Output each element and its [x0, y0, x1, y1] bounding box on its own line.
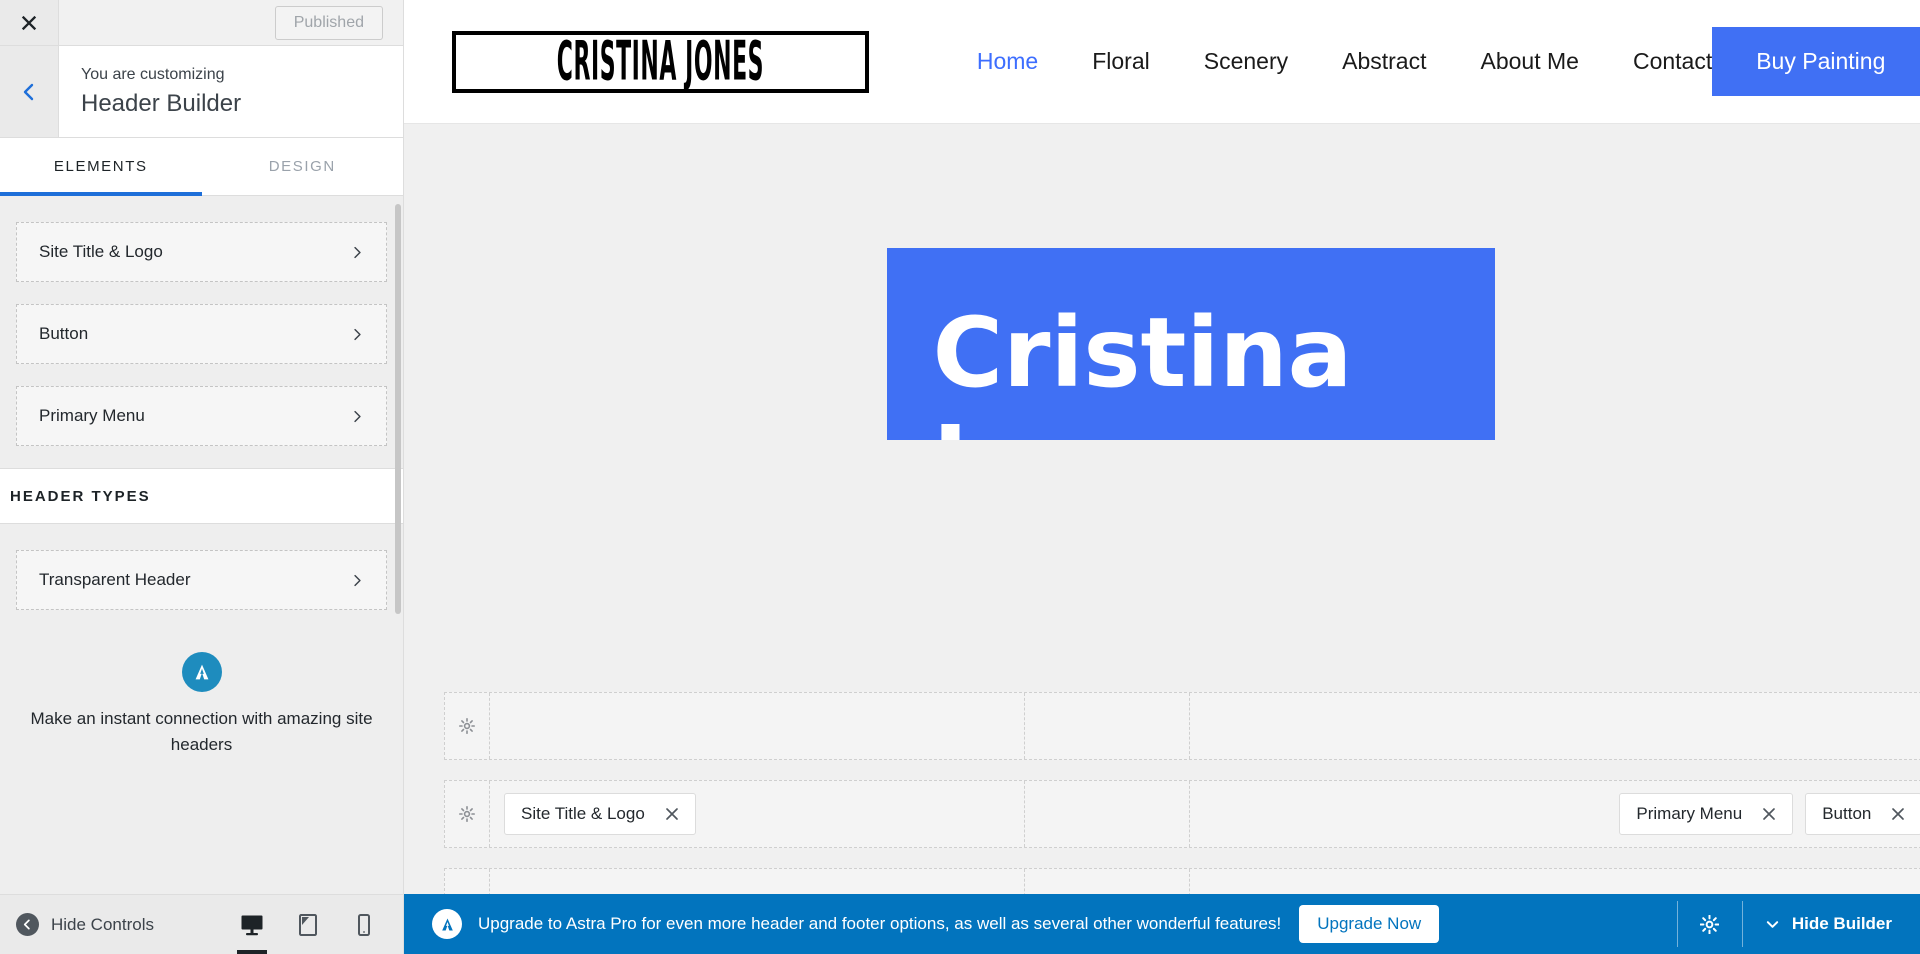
sidebar-bottom-bar: Hide Controls	[0, 894, 403, 954]
remove-chip-button[interactable]	[1762, 807, 1776, 821]
close-icon	[1892, 808, 1905, 820]
astra-promo-text: Make an instant connection with amazing …	[30, 709, 373, 755]
row-column-center[interactable]	[1024, 693, 1189, 759]
site-preview: CRISTINA JONES Home Floral Scenery Abstr…	[404, 0, 1920, 954]
gear-icon	[459, 806, 475, 822]
remove-chip-button[interactable]	[665, 807, 679, 821]
upgrade-now-button[interactable]: Upgrade Now	[1299, 905, 1440, 943]
nav-item-abstract[interactable]: Abstract	[1342, 48, 1426, 75]
chevron-right-icon	[351, 410, 364, 423]
astra-pro-upgrade-bar: Upgrade to Astra Pro for even more heade…	[404, 894, 1920, 954]
element-label: Transparent Header	[39, 570, 191, 589]
mobile-icon	[358, 913, 370, 936]
customizing-eyebrow: You are customizing	[81, 65, 225, 83]
element-primary-menu[interactable]: Primary Menu	[16, 386, 387, 446]
element-button[interactable]: Button	[16, 304, 387, 364]
builder-settings-button[interactable]	[1678, 914, 1742, 934]
nav-item-contact[interactable]: Contact	[1633, 48, 1712, 75]
chevron-right-icon	[351, 574, 364, 587]
row-column-center[interactable]	[1024, 781, 1189, 847]
builder-chip-button[interactable]: Button	[1805, 793, 1920, 835]
chevron-down-icon	[1766, 920, 1779, 928]
nav-item-about-me[interactable]: About Me	[1481, 48, 1579, 75]
element-label: Site Title & Logo	[39, 242, 163, 261]
chip-label: Site Title & Logo	[521, 804, 645, 823]
nav-item-home[interactable]: Home	[977, 48, 1038, 75]
site-logo-text: CRISTINA JONES	[556, 30, 765, 93]
close-icon	[665, 808, 678, 820]
sidebar-header: You are customizing Header Builder	[0, 46, 403, 138]
row-column-left[interactable]	[489, 693, 1024, 759]
tab-design[interactable]: DESIGN	[202, 138, 404, 195]
device-preview-switcher	[235, 905, 403, 954]
row-columns: Site Title & Logo Primary Menu Button	[489, 781, 1920, 847]
hide-builder-label: Hide Builder	[1791, 914, 1892, 933]
customizer-sidebar: Published You are customizing Header Bui…	[0, 0, 404, 954]
row-settings-button[interactable]	[445, 781, 489, 847]
back-button[interactable]	[0, 46, 59, 137]
builder-row-above-header	[444, 692, 1920, 760]
chip-label: Primary Menu	[1636, 804, 1743, 823]
header-types-section-title: HEADER TYPES	[0, 468, 403, 524]
tablet-preview-button[interactable]	[291, 905, 325, 945]
collapse-arrow-icon	[16, 913, 39, 936]
header-types-group: Transparent Header	[0, 524, 403, 632]
gear-icon	[1700, 914, 1720, 934]
astra-logo-icon	[441, 917, 453, 931]
element-transparent-header[interactable]: Transparent Header	[16, 550, 387, 610]
desktop-icon	[241, 915, 263, 935]
site-logo[interactable]: CRISTINA JONES	[452, 30, 869, 93]
published-button[interactable]: Published	[274, 5, 383, 40]
chevron-left-icon	[23, 83, 34, 100]
elements-group: Site Title & Logo Button Primary Menu	[0, 196, 403, 468]
row-columns	[489, 693, 1920, 759]
remove-chip-button[interactable]	[1891, 807, 1905, 821]
sidebar-scroll-area: Site Title & Logo Button Primary Menu HE…	[0, 196, 403, 894]
publish-area: Published	[59, 0, 403, 45]
close-icon	[1763, 808, 1776, 820]
row-column-right[interactable]: Primary Menu Button	[1189, 781, 1920, 847]
builder-chip-site-title-logo[interactable]: Site Title & Logo	[504, 793, 696, 835]
close-icon	[21, 15, 37, 30]
chevron-right-icon	[351, 328, 364, 341]
chip-label: Button	[1822, 804, 1872, 823]
hero-section: Cristina Jones	[404, 124, 1920, 670]
row-column-right[interactable]	[1189, 693, 1920, 759]
astra-logo-icon	[195, 664, 208, 680]
nav-item-floral[interactable]: Floral	[1092, 48, 1150, 75]
upgrade-notice-text: Upgrade to Astra Pro for even more heade…	[478, 914, 1282, 933]
row-column-left[interactable]: Site Title & Logo	[489, 781, 1024, 847]
chevron-right-icon	[351, 246, 364, 259]
sidebar-header-text: You are customizing Header Builder	[59, 46, 403, 137]
astra-promo: Make an instant connection with amazing …	[0, 632, 403, 759]
panel-title: Header Builder	[81, 89, 242, 117]
tab-elements[interactable]: ELEMENTS	[0, 138, 202, 196]
sidebar-tabs: ELEMENTS DESIGN	[0, 138, 403, 196]
hide-controls-button[interactable]: Hide Controls	[0, 913, 154, 936]
astra-logo-badge	[181, 652, 222, 692]
hero-title: Cristina Jones	[886, 248, 1495, 440]
element-label: Primary Menu	[39, 406, 145, 425]
customizer-app: Published You are customizing Header Bui…	[0, 0, 1920, 954]
site-primary-menu: Home Floral Scenery Abstract About Me Co…	[977, 48, 1712, 75]
gear-icon	[459, 718, 475, 734]
desktop-preview-button[interactable]	[235, 905, 269, 954]
mobile-preview-button[interactable]	[347, 905, 381, 945]
sidebar-scrollbar[interactable]	[395, 204, 401, 614]
close-customizer-button[interactable]	[0, 0, 59, 45]
row-settings-button[interactable]	[445, 693, 489, 759]
tablet-icon	[299, 913, 317, 936]
builder-bar-controls: Hide Builder	[1676, 894, 1920, 954]
nav-item-scenery[interactable]: Scenery	[1204, 48, 1288, 75]
astra-logo-badge	[432, 909, 462, 939]
element-label: Button	[39, 324, 89, 343]
builder-chip-primary-menu[interactable]: Primary Menu	[1619, 793, 1794, 835]
builder-row-primary-header: Site Title & Logo Primary Menu Button	[444, 780, 1920, 848]
hide-controls-label: Hide Controls	[51, 914, 154, 934]
element-site-title-logo[interactable]: Site Title & Logo	[16, 222, 387, 282]
site-header: CRISTINA JONES Home Floral Scenery Abstr…	[404, 0, 1920, 124]
buy-painting-button[interactable]: Buy Painting	[1712, 27, 1920, 96]
hide-builder-button[interactable]: Hide Builder	[1743, 914, 1920, 934]
sidebar-topbar: Published	[0, 0, 403, 46]
